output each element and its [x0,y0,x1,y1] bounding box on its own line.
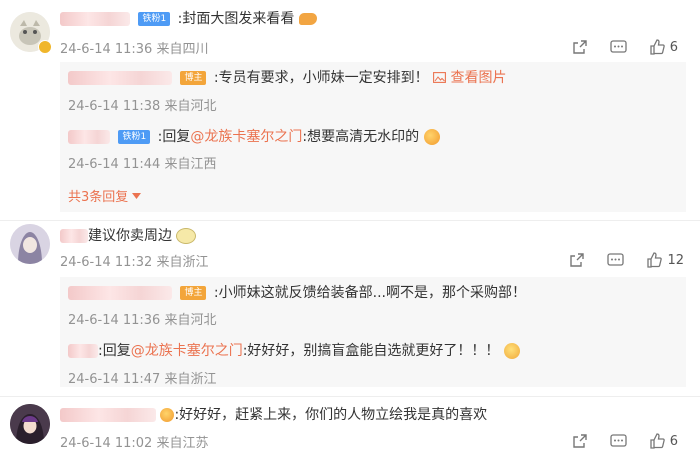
verified-badge-icon [38,40,52,54]
like-button[interactable]: 12 [646,252,684,268]
reply-username[interactable] [68,71,172,85]
username[interactable] [60,229,88,243]
emoji-icon [423,129,440,145]
avatar[interactable] [10,224,50,264]
like-icon [647,252,663,268]
image-icon [433,72,447,83]
fan-badge: 铁粉1 [138,12,171,26]
reply-username[interactable] [68,130,110,144]
comment-meta: 24-6-14 11:32 来自浙江 [60,255,209,270]
comment-button[interactable] [610,433,627,449]
share-button[interactable] [572,433,588,449]
reply-line: :回复@龙族卡塞尔之门:好好好，别搞盲盒能自选就更好了！！！ [68,341,520,361]
comment-text-line: 建议你卖周边 [60,226,197,246]
like-button[interactable]: 6 [649,39,678,55]
comment-actions: 12 [547,250,684,270]
like-count: 6 [669,39,678,55]
like-count: 6 [669,433,678,449]
comment-icon [607,252,625,266]
comment-text: :好好好，赶紧上来，你们的人物立绘我是真的喜欢 [174,407,488,423]
chevron-down-icon [132,193,142,199]
reply-text: :好好好，别搞盲盒能自选就更好了！！！ [242,343,500,359]
fan-badge: 铁粉1 [118,130,151,144]
like-button[interactable]: 6 [649,433,678,449]
share-icon [573,40,587,54]
reply-prefix: :回复 [98,343,131,359]
reply-username[interactable] [68,286,172,300]
comment-actions: 6 [550,37,678,57]
comment-meta: 24-6-14 11:02 来自江苏 [60,436,209,451]
comment-icon [610,39,627,53]
reply-text: :想要高清无水印的 [302,129,420,145]
like-count: 12 [667,252,684,268]
share-icon [570,253,585,267]
reply-meta: 24-6-14 11:44 来自江西 [68,157,217,172]
comment-actions: 6 [550,431,678,451]
mention-link[interactable]: @龙族卡塞尔之门 [131,343,243,359]
share-button[interactable] [569,252,585,268]
blogger-badge: 博主 [180,286,207,300]
reply-meta: 24-6-14 11:38 来自河北 [68,99,217,114]
comment-text-line: :好好好，赶紧上来，你们的人物立绘我是真的喜欢 [60,405,487,425]
reply-line: 博主 :专员有要求，小师妹一定安排到！ 查看图片 [68,68,507,88]
share-button[interactable] [572,39,588,55]
emoji-icon [503,343,520,359]
more-replies-label: 共3条回复 [68,190,129,205]
mention-link[interactable]: @龙族卡塞尔之门 [190,129,302,145]
reply-username[interactable] [68,344,98,358]
reply-prefix: :回复 [157,129,191,145]
divider [0,220,700,221]
avatar[interactable] [10,404,50,444]
blogger-badge: 博主 [180,71,207,85]
reply-line: 博主 :小师妹这就反馈给装备部...啊不是，那个采购部！ [68,283,526,303]
more-replies-link[interactable]: 共3条回复 [68,186,142,205]
reply-meta: 24-6-14 11:36 来自河北 [68,313,217,328]
emoji-icon [298,13,317,25]
comment-button[interactable] [610,39,627,55]
username[interactable] [60,408,156,422]
divider [0,396,700,397]
like-icon [650,433,665,449]
emoji-icon [176,228,197,244]
username[interactable] [60,12,130,26]
comment-text: 建议你卖周边 [88,228,172,244]
comment-text-line: 铁粉1 :封面大图发来看看 [60,9,317,29]
view-image-label: 查看图片 [450,70,507,86]
reply-text: :专员有要求，小师妹一定安排到！ [213,70,429,86]
reply-text: :小师妹这就反馈给装备部...啊不是，那个采购部！ [213,285,526,301]
comment-button[interactable] [607,252,625,268]
comment-icon [610,433,627,447]
reply-line: 铁粉1 :回复@龙族卡塞尔之门:想要高清无水印的 [68,127,440,147]
emoji-icon [160,408,175,422]
like-icon [650,39,665,55]
view-image-link[interactable]: 查看图片 [433,70,507,86]
share-icon [573,434,587,448]
comment-meta: 24-6-14 11:36 来自四川 [60,42,209,57]
comment-text: :封面大图发来看看 [177,11,295,27]
reply-meta: 24-6-14 11:47 来自浙江 [68,372,217,387]
